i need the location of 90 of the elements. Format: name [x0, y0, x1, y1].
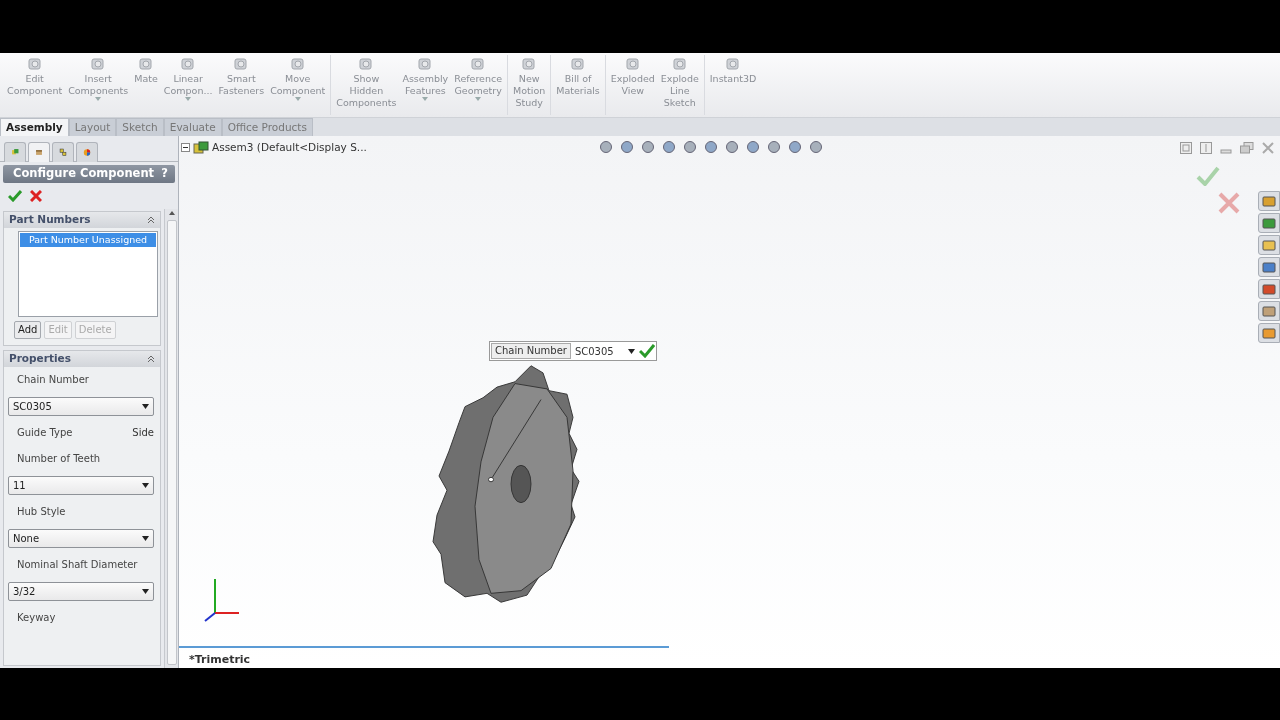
group-header[interactable]: Part Numbers [4, 212, 160, 228]
button-label: Reference Geometry [454, 73, 503, 97]
scroll-up-icon[interactable] [167, 209, 176, 217]
toolbar-button[interactable]: Mate [131, 53, 161, 117]
caret-icon [185, 97, 192, 101]
scrollbar[interactable] [164, 209, 178, 668]
command-tab[interactable]: Assembly [0, 118, 69, 136]
button-label: Bill of Materials [556, 73, 600, 97]
caret-icon [142, 536, 149, 541]
button-label: Explode Line Sketch [660, 73, 699, 109]
panel-tab[interactable] [28, 142, 50, 162]
button-label: Exploded View [610, 73, 655, 97]
button-label: Edit Component [7, 73, 63, 97]
callout-dropdown[interactable]: SC0305 [570, 343, 639, 359]
button-label: Show Hidden Components [336, 73, 397, 109]
task-pane-tab[interactable] [1258, 323, 1280, 343]
button-label: New Motion Study [513, 73, 546, 109]
toolbar-button[interactable]: Bill of Materials [553, 53, 603, 117]
command-tab[interactable]: Layout [68, 118, 117, 136]
field-value: Side [132, 426, 154, 440]
toolbar-button[interactable]: Edit Component [4, 53, 66, 117]
tree-item[interactable]: Assem3 (Default<Display S... [212, 140, 367, 156]
group-title: Properties [9, 351, 71, 367]
toolbar-button[interactable]: Exploded View [607, 53, 658, 117]
view-label: *Trimetric [189, 651, 251, 668]
dropdown[interactable]: 3/32 [8, 582, 154, 601]
caret-icon [95, 97, 102, 101]
help-icon[interactable]: ? [161, 165, 168, 183]
collapse-icon[interactable] [147, 355, 155, 363]
caret-icon [142, 404, 149, 409]
command-tab[interactable]: Sketch [116, 118, 164, 136]
toolbar-button[interactable]: Linear Compon... [160, 53, 216, 117]
panel-tab[interactable] [52, 142, 74, 162]
button-label: Smart Fasteners [218, 73, 265, 97]
panel-tab[interactable] [76, 142, 98, 162]
task-pane-tab[interactable] [1258, 235, 1280, 255]
ok-icon[interactable] [8, 190, 22, 202]
button-label: Instant3D [709, 73, 757, 85]
group-title: Part Numbers [9, 212, 91, 228]
tile-icon[interactable] [1200, 142, 1212, 154]
ok-icon[interactable] [638, 344, 655, 358]
toolbar-button[interactable]: Move Component [267, 53, 329, 117]
caret-icon [142, 483, 149, 488]
expand-icon[interactable] [181, 143, 190, 153]
close-icon[interactable] [30, 190, 42, 202]
task-pane-tab[interactable] [1258, 213, 1280, 233]
field-label: Guide Type [16, 426, 73, 440]
tile-icon[interactable] [1180, 142, 1192, 154]
toolbar-button[interactable]: Assembly Features [399, 53, 452, 117]
list-item[interactable]: Part Number Unassigned [20, 233, 156, 247]
toolbar-button[interactable]: Instant3D [706, 53, 760, 117]
field-label: Chain Number [16, 373, 90, 387]
restore-icon[interactable] [1240, 142, 1254, 154]
task-pane-tab[interactable] [1258, 279, 1280, 299]
caret-icon [475, 97, 482, 101]
field-label: Keyway [16, 611, 57, 625]
panel-tab[interactable] [4, 142, 26, 162]
group-header[interactable]: Properties [4, 351, 160, 367]
toolbar-button[interactable]: New Motion Study [510, 53, 549, 117]
command-tab[interactable]: Office Products [221, 118, 313, 136]
caret-icon [422, 97, 429, 101]
caret-icon [294, 97, 301, 101]
task-pane-tab[interactable] [1258, 301, 1280, 321]
button-label: Insert Components [68, 73, 129, 97]
dropdown[interactable]: 11 [8, 476, 154, 495]
toolbar-button[interactable]: Show Hidden Components [333, 53, 400, 117]
panel-title: Configure Component [13, 165, 155, 183]
task-pane-tab[interactable] [1258, 191, 1280, 211]
part-number-button[interactable]: Add [14, 321, 42, 339]
caret-icon [627, 348, 635, 354]
toolbar-button[interactable]: Smart Fasteners [215, 53, 268, 117]
callout-label: Chain Number [491, 343, 571, 359]
field-label: Number of Teeth [16, 452, 102, 466]
caret-icon [142, 589, 149, 594]
dropdown[interactable]: None [8, 529, 154, 548]
task-pane-tab[interactable] [1258, 257, 1280, 277]
button-label: Assembly Features [402, 73, 449, 97]
collapse-icon[interactable] [147, 216, 155, 224]
dropdown[interactable]: SC0305 [8, 397, 154, 416]
close-icon[interactable] [1262, 142, 1274, 154]
button-label: Linear Compon... [163, 73, 213, 97]
toolbar-button[interactable]: Explode Line Sketch [657, 53, 702, 117]
button-label: Move Component [270, 73, 326, 97]
field-label: Hub Style [16, 505, 67, 519]
button-label: Mate [134, 73, 158, 85]
assembly-icon [193, 140, 209, 155]
toolbar-button[interactable]: Reference Geometry [451, 53, 506, 117]
toolbar-button[interactable]: Insert Components [65, 53, 132, 117]
field-label: Nominal Shaft Diameter [16, 558, 139, 572]
command-tab[interactable]: Evaluate [163, 118, 222, 136]
